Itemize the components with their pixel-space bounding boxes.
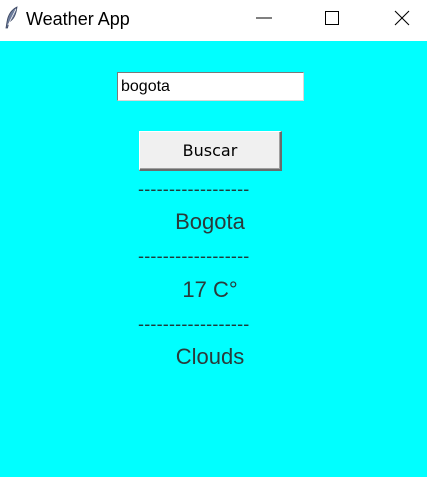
search-button[interactable]: Buscar <box>139 131 282 171</box>
minimize-button[interactable] <box>241 0 287 36</box>
maximize-icon <box>325 11 339 25</box>
app-window: Weather App Buscar ------------------ Bo… <box>0 0 427 477</box>
minimize-icon <box>256 17 272 19</box>
weather-panel: Buscar ------------------ Bogota -------… <box>0 41 427 477</box>
window-title: Weather App <box>26 9 130 29</box>
close-button[interactable] <box>379 0 425 36</box>
city-name: Bogota <box>175 209 245 234</box>
separator-line: ------------------ <box>138 316 250 332</box>
close-icon <box>394 10 410 26</box>
temperature-value: 17 C° <box>182 277 238 302</box>
separator-line: ------------------ <box>138 248 250 264</box>
separator-line: ------------------ <box>138 181 250 197</box>
feather-icon <box>4 6 20 30</box>
weather-description: Clouds <box>175 344 245 369</box>
maximize-button[interactable] <box>309 0 355 36</box>
city-search-input[interactable] <box>117 72 304 101</box>
title-bar[interactable]: Weather App <box>0 0 427 38</box>
